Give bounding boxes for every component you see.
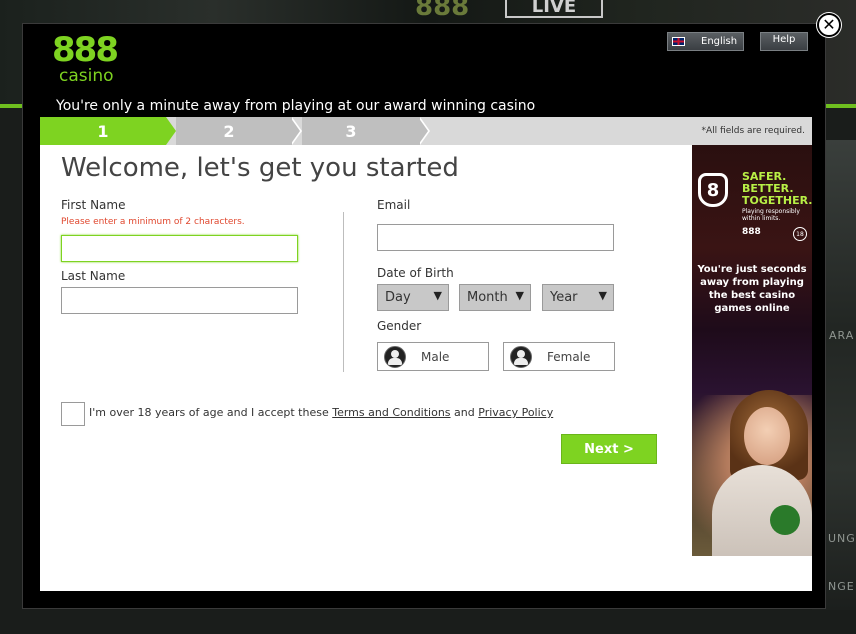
background-side-text: ARA xyxy=(829,329,855,342)
terms-checkbox[interactable] xyxy=(61,402,85,426)
age-18-icon: 18 xyxy=(793,227,807,241)
terms-link[interactable]: Terms and Conditions xyxy=(332,406,450,419)
promo-banner[interactable]: 8 SAFER. BETTER. TOGETHER. Playing respo… xyxy=(692,145,812,556)
first-name-label: First Name xyxy=(61,198,126,212)
required-fields-note: *All fields are required. xyxy=(701,126,805,136)
dob-label: Date of Birth xyxy=(377,266,454,280)
gender-label: Gender xyxy=(377,319,422,333)
form-column-divider xyxy=(343,212,344,372)
dob-month-value: Month xyxy=(467,290,508,305)
brand-logo: 888 casino xyxy=(52,33,120,89)
page-title: Welcome, let's get you started xyxy=(61,153,459,183)
close-button[interactable]: ✕ xyxy=(817,13,841,37)
progress-steps: 1 2 3 *All fields are required. xyxy=(40,117,812,145)
dob-month-select[interactable]: Month ▼ xyxy=(459,284,531,311)
promo-slogan: SAFER. BETTER. TOGETHER. xyxy=(742,171,812,207)
step-3-chevron-inner xyxy=(418,117,428,145)
terms-text: I'm over 18 years of age and I accept th… xyxy=(89,406,553,419)
close-icon: ✕ xyxy=(822,15,836,34)
last-name-label: Last Name xyxy=(61,269,126,283)
form-panel-corner xyxy=(692,556,812,591)
male-avatar-icon xyxy=(384,345,406,368)
first-name-error: Please enter a minimum of 2 characters. xyxy=(61,217,245,227)
last-name-input[interactable] xyxy=(61,287,298,314)
first-name-input[interactable] xyxy=(61,235,298,262)
promo-headline: You're just seconds away from playing th… xyxy=(696,263,808,315)
promo-small-text: Playing responsibly within limits. xyxy=(742,208,800,222)
email-input[interactable] xyxy=(377,224,614,251)
gender-male-label: Male xyxy=(421,349,450,364)
uk-flag-icon xyxy=(672,37,685,46)
background-live-logo: LIVE xyxy=(505,0,603,18)
promo-headline-line: You're just seconds xyxy=(697,264,807,275)
tagline: You're only a minute away from playing a… xyxy=(56,98,536,114)
step-1: 1 xyxy=(40,117,166,145)
email-label: Email xyxy=(377,198,411,212)
background-brand: 888 xyxy=(415,0,470,22)
promo-headline-line: the best casino xyxy=(708,290,796,301)
dob-year-value: Year xyxy=(550,290,578,305)
help-button[interactable]: Help xyxy=(760,32,808,51)
female-avatar-icon xyxy=(510,345,532,368)
dob-day-value: Day xyxy=(385,290,411,305)
terms-and: and xyxy=(454,406,475,419)
clover-icon xyxy=(770,505,800,535)
step-2: 2 xyxy=(223,121,235,141)
dropdown-arrow-icon: ▼ xyxy=(433,289,442,302)
privacy-link[interactable]: Privacy Policy xyxy=(478,406,553,419)
promo-slogan-line: TOGETHER. xyxy=(742,194,812,207)
promo-model-face xyxy=(744,407,790,465)
step-1-arrow xyxy=(166,117,176,145)
step-3: 3 xyxy=(345,121,357,141)
language-label: English xyxy=(701,36,738,47)
badge-eight-icon: 8 xyxy=(698,173,728,207)
next-button[interactable]: Next > xyxy=(561,434,657,464)
gender-female-label: Female xyxy=(547,349,591,364)
promo-headline-line: games online xyxy=(714,303,790,314)
promo-small-line: within limits. xyxy=(742,215,781,222)
background-side-text: UNG xyxy=(828,532,856,545)
step-2-chevron-inner xyxy=(290,117,300,145)
brand-logo-number: 888 xyxy=(52,30,119,70)
promo-headline-line: away from playing xyxy=(700,277,804,288)
promo-brand: 888 xyxy=(742,227,761,237)
dropdown-arrow-icon: ▼ xyxy=(515,289,524,302)
dob-day-select[interactable]: Day ▼ xyxy=(377,284,449,311)
terms-prefix: I'm over 18 years of age and I accept th… xyxy=(89,406,329,419)
gender-male-option[interactable]: Male xyxy=(377,342,489,371)
language-selector[interactable]: English xyxy=(667,32,744,51)
dropdown-arrow-icon: ▼ xyxy=(598,289,607,302)
brand-logo-word: casino xyxy=(59,66,114,86)
gender-female-option[interactable]: Female xyxy=(503,342,615,371)
background-side-text: NGE xyxy=(828,580,855,593)
dob-year-select[interactable]: Year ▼ xyxy=(542,284,614,311)
responsible-gaming-badge: 8 xyxy=(698,173,732,213)
promo-small-line: Playing responsibly xyxy=(742,208,800,215)
